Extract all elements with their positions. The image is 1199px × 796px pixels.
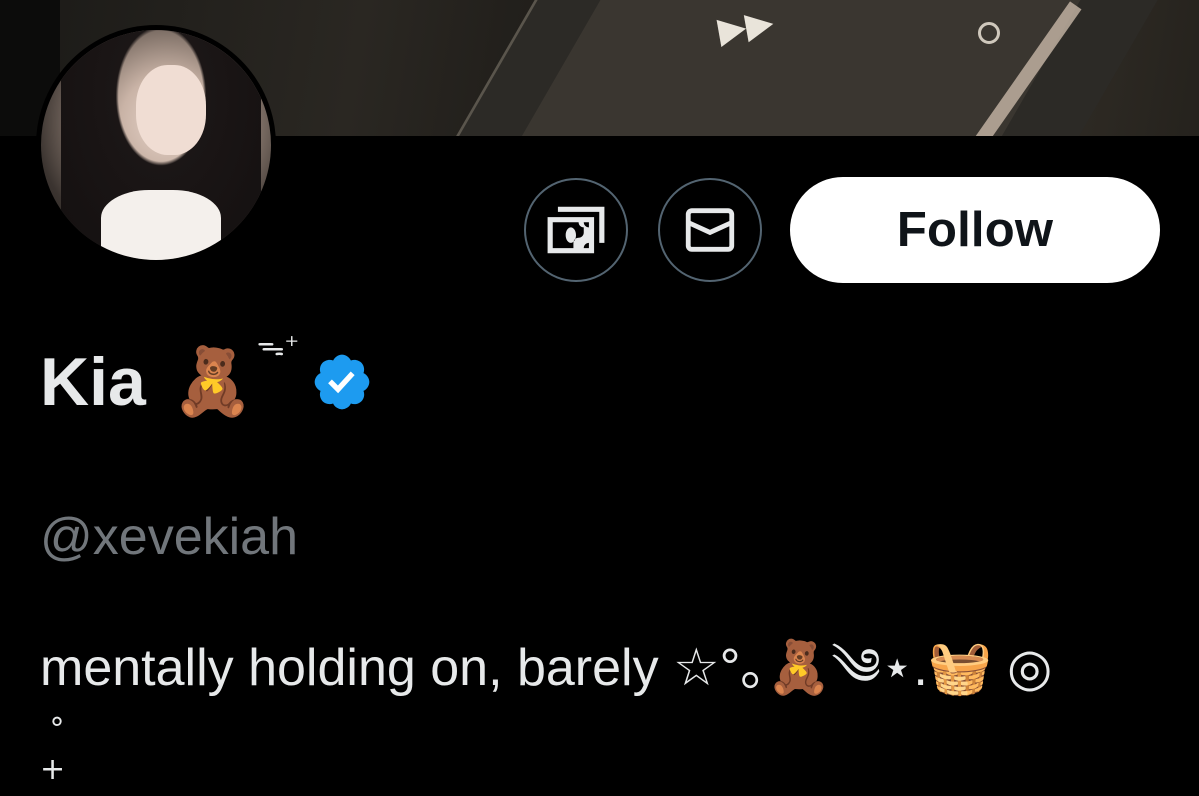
avatar-photo — [41, 30, 271, 260]
avatar[interactable] — [36, 25, 276, 265]
envelope-icon — [685, 208, 735, 252]
bio-text-continuation: ° + — [40, 712, 66, 787]
circle-icon — [978, 22, 1000, 44]
profile-page: ▶▶ Follow Kia 🧸 ᯓ⁺ @xevekiah mentally ho… — [0, 0, 1199, 796]
name-decoration: ᯓ⁺ — [256, 330, 300, 361]
display-name-row: Kia 🧸 ᯓ⁺ — [40, 332, 374, 432]
tip-button[interactable] — [524, 178, 628, 282]
verified-badge-icon[interactable] — [310, 350, 374, 414]
display-name: Kia — [40, 344, 146, 420]
user-handle: @xevekiah — [40, 508, 299, 566]
money-icon — [547, 206, 605, 254]
avatar-clothing — [101, 190, 221, 260]
message-button[interactable] — [658, 178, 762, 282]
play-icon: ▶▶ — [714, 0, 777, 51]
bio-text: mentally holding on, barely ☆°｡🧸༄⋆.🧺 ◎ — [40, 639, 1053, 697]
follow-button[interactable]: Follow — [790, 177, 1160, 283]
avatar-face — [136, 65, 206, 155]
teddy-bear-emoji: 🧸 — [171, 343, 255, 420]
